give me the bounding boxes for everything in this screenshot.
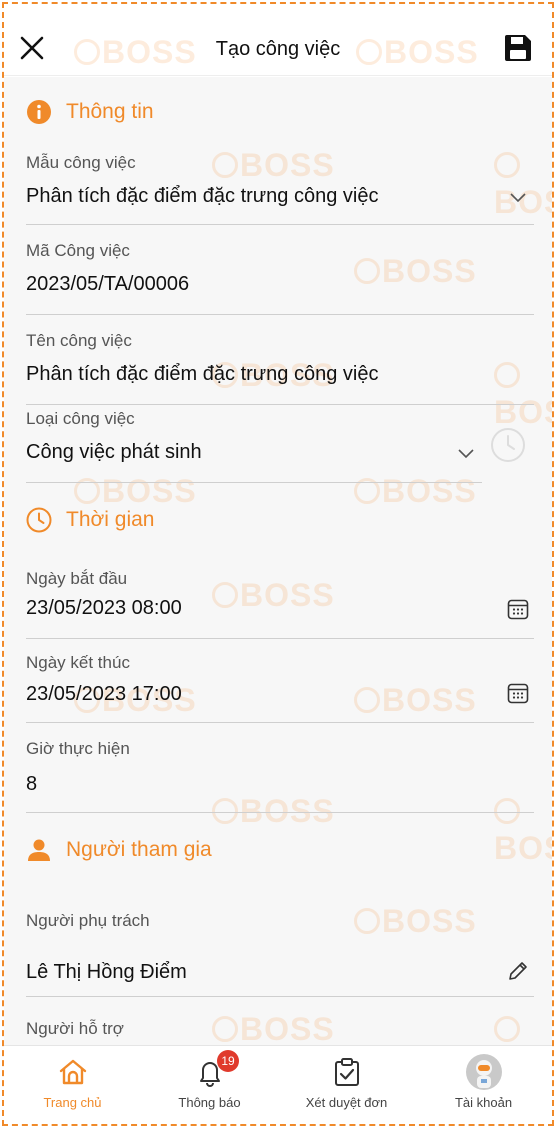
- nav-home-label: Trang chủ: [43, 1095, 102, 1110]
- section-info: Thông tin: [26, 97, 154, 127]
- section-time: Thời gian: [26, 505, 154, 535]
- name-label: Tên công việc: [26, 331, 132, 350]
- chevron-down-icon[interactable]: [506, 185, 530, 209]
- code-value: 2023/05/TA/00006: [26, 273, 190, 295]
- start-date-label: Ngày bắt đầu: [26, 569, 128, 588]
- astronaut-icon: [475, 1060, 492, 1088]
- end-date-field[interactable]: Ngày kết thúc 23/05/2023 17:00: [26, 639, 534, 723]
- calendar-icon[interactable]: [506, 681, 530, 705]
- app-frame: Tạo công việc BOSS BOSS BOSS BOSS BOSS B…: [2, 2, 554, 1126]
- form-content: BOSS BOSS BOSS BOSS BOSS BOSS BOSS BOSS …: [4, 77, 552, 1084]
- owner-field[interactable]: Người phụ trách Lê Thị Hồng Điểm: [26, 907, 534, 997]
- template-value: Phân tích đặc điểm đặc trưng công việc: [26, 185, 379, 207]
- home-icon: [59, 1059, 86, 1085]
- bottom-nav: Trang chủ 19 Thông báo Xét duyệt đơn Tài…: [4, 1045, 552, 1124]
- nav-approvals[interactable]: Xét duyệt đơn: [278, 1046, 415, 1124]
- hours-label: Giờ thực hiện: [26, 739, 130, 758]
- section-people: Người tham gia: [26, 835, 212, 865]
- nav-account[interactable]: Tài khoản: [415, 1046, 552, 1124]
- section-time-label: Thời gian: [66, 508, 155, 531]
- nav-account-label: Tài khoản: [454, 1095, 513, 1110]
- avatar: [465, 1054, 502, 1090]
- end-date-label: Ngày kết thúc: [26, 653, 130, 672]
- support-label: Người hỗ trợ: [26, 1019, 124, 1038]
- top-bar: Tạo công việc BOSS BOSS: [4, 4, 552, 76]
- type-label: Loại công việc: [26, 409, 135, 428]
- name-field[interactable]: Tên công việc Phân tích đặc điểm đặc trư…: [26, 315, 534, 405]
- type-value: Công việc phát sinh: [26, 441, 202, 463]
- clock-icon: [26, 507, 52, 533]
- calendar-icon[interactable]: [506, 597, 530, 621]
- code-label: Mã Công việc: [26, 241, 130, 260]
- nav-notifications-label: Thông báo: [178, 1095, 241, 1110]
- person-icon: [28, 839, 50, 861]
- nav-approvals-label: Xét duyệt đơn: [305, 1095, 388, 1110]
- info-icon: [27, 100, 51, 124]
- template-label: Mẫu công việc: [26, 153, 136, 172]
- clock-icon[interactable]: [490, 427, 526, 463]
- section-info-label: Thông tin: [66, 100, 154, 123]
- pencil-icon[interactable]: [506, 959, 530, 983]
- type-select[interactable]: Loại công việc Công việc phát sinh: [26, 405, 482, 483]
- name-value: Phân tích đặc điểm đặc trưng công việc: [26, 363, 379, 385]
- page-title: Tạo công việc: [215, 38, 341, 60]
- notification-badge: 19: [217, 1050, 239, 1072]
- start-date-field[interactable]: Ngày bắt đầu 23/05/2023 08:00: [26, 553, 534, 639]
- section-people-label: Người tham gia: [66, 838, 212, 861]
- chevron-down-icon[interactable]: [454, 441, 478, 465]
- nav-notifications[interactable]: 19 Thông báo: [141, 1046, 278, 1124]
- owner-value: Lê Thị Hồng Điểm: [26, 961, 187, 983]
- owner-label: Người phụ trách: [26, 911, 150, 930]
- start-date-value: 23/05/2023 08:00: [26, 597, 182, 619]
- save-icon[interactable]: [502, 32, 534, 64]
- end-date-value: 23/05/2023 17:00: [26, 683, 182, 705]
- code-field[interactable]: Mã Công việc 2023/05/TA/00006: [26, 225, 534, 315]
- nav-home[interactable]: Trang chủ: [4, 1046, 141, 1124]
- clipboard-check-icon: [334, 1058, 359, 1086]
- hours-value: 8: [26, 773, 38, 795]
- template-select[interactable]: Mẫu công việc Phân tích đặc điểm đặc trư…: [26, 149, 534, 225]
- hours-field[interactable]: Giờ thực hiện 8: [26, 723, 534, 813]
